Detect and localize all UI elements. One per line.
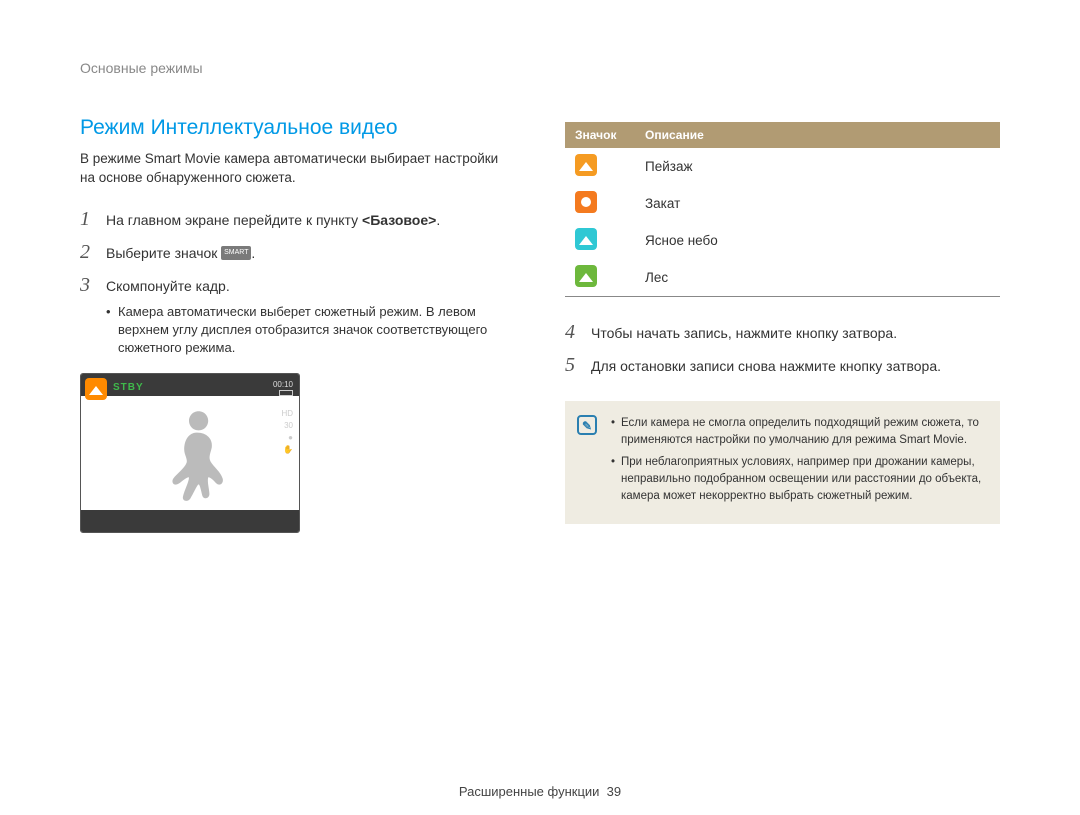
page-number: 39 [607,784,621,799]
forest-icon [575,265,597,287]
step-2: 2 Выберите значок SMART. [80,241,515,264]
stby-label: STBY [113,382,144,393]
note-item: Если камера не смогла определить подходя… [611,415,984,448]
table-cell-label: Пейзаж [635,148,1000,185]
step-number: 5 [565,354,579,377]
step-number: 4 [565,321,579,344]
note-item: При неблагоприятных условиях, например п… [611,454,984,504]
step-text: Скомпонуйте кадр. [106,278,230,294]
preview-timer: 00:10 [273,380,293,389]
preview-silhouette [141,404,261,514]
scene-mode-icon [85,378,107,400]
step-4: 4 Чтобы начать запись, нажмите кнопку за… [565,321,1000,344]
step-text-after: . [436,212,440,228]
step-text: На главном экране перейдите к пункту [106,212,362,228]
table-cell-label: Закат [635,185,1000,222]
right-column: Значок Описание Пейзаж Закат Ясное небо [565,116,1000,533]
step-3: 3 Скомпонуйте кадр. Камера автоматически… [80,274,515,358]
intro-paragraph: В режиме Smart Movie камера автоматическ… [80,150,515,188]
page-footer: Расширенные функции 39 [0,784,1080,799]
step-5: 5 Для остановки записи снова нажмите кно… [565,354,1000,377]
clear-sky-icon [575,228,597,250]
note-box: ✎ Если камера не смогла определить подхо… [565,401,1000,524]
fps-indicator: 30 [281,420,293,432]
table-row: Лес [565,259,1000,297]
table-header-desc: Описание [635,122,1000,148]
step-bold: <Базовое> [362,212,436,228]
step-number: 1 [80,208,94,231]
table-header-icon: Значок [565,122,635,148]
smart-movie-icon: SMART [221,246,251,260]
footer-label: Расширенные функции [459,784,600,799]
step-bullet: Камера автоматически выберет сюжетный ре… [106,303,515,358]
stabilization-icon: ✋ [281,444,293,456]
step-number: 3 [80,274,94,358]
preview-side-indicators: HD 30 ● ✋ [281,408,293,456]
table-row: Закат [565,185,1000,222]
step-text: Выберите значок [106,245,221,261]
hd-indicator: HD [281,408,293,420]
table-row: Ясное небо [565,222,1000,259]
camera-preview: STBY 00:10 HD 30 ● ✋ [80,373,300,533]
landscape-icon [575,154,597,176]
table-cell-label: Ясное небо [635,222,1000,259]
breadcrumb: Основные режимы [80,60,1000,76]
left-column: Режим Интеллектуальное видео В режиме Sm… [80,116,515,533]
step-text: Для остановки записи снова нажмите кнопк… [591,354,941,377]
step-number: 2 [80,241,94,264]
scene-icon-table: Значок Описание Пейзаж Закат Ясное небо [565,122,1000,297]
sunset-icon [575,191,597,213]
step-text: Чтобы начать запись, нажмите кнопку затв… [591,321,897,344]
section-title: Режим Интеллектуальное видео [80,116,515,140]
step-1: 1 На главном экране перейдите к пункту <… [80,208,515,231]
battery-icon [279,390,293,396]
note-icon: ✎ [577,415,597,435]
step-text-after: . [251,245,255,261]
table-cell-label: Лес [635,259,1000,297]
table-row: Пейзаж [565,148,1000,185]
record-indicator: ● [281,432,293,444]
